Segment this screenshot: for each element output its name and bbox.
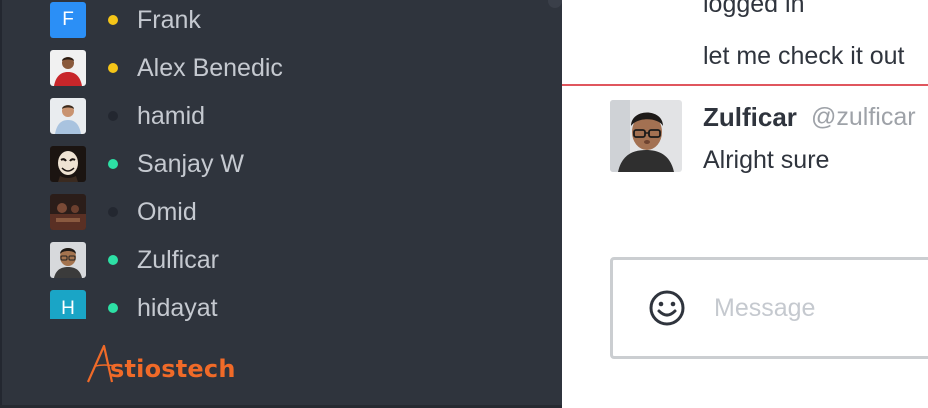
user-avatar-frank: F xyxy=(50,2,86,38)
message-line: logged in xyxy=(703,0,805,18)
status-online-icon xyxy=(108,159,118,169)
user-avatar-hamid xyxy=(50,98,86,134)
user-name: hamid xyxy=(137,102,206,130)
sidebar-user-hamid[interactable]: hamid xyxy=(0,92,562,140)
sidebar-user-alex-benedic[interactable]: Alex Benedic xyxy=(0,44,562,92)
user-avatar-hidayat: H xyxy=(50,290,86,319)
user-name: Sanjay W xyxy=(137,150,244,178)
brand-name: stiostech xyxy=(110,355,236,383)
user-avatar-omid xyxy=(50,194,86,230)
message-line: let me check it out xyxy=(703,42,905,70)
user-name: Zulficar xyxy=(137,246,219,274)
user-avatar-sanjay-w xyxy=(50,146,86,182)
user-avatar-alex-benedic xyxy=(50,50,86,86)
status-offline-icon xyxy=(108,111,118,121)
sidebar-user-frank[interactable]: F Frank xyxy=(0,0,562,44)
user-name: Frank xyxy=(137,6,201,34)
user-avatar-zulficar xyxy=(50,242,86,278)
message-author[interactable]: Zulficar xyxy=(703,102,797,133)
message-username[interactable]: @zulficar xyxy=(811,103,916,132)
smiley-face-icon[interactable] xyxy=(647,288,687,328)
message-input[interactable] xyxy=(714,290,928,326)
message-composer[interactable] xyxy=(610,257,928,359)
sidebar-user-zulficar[interactable]: Zulficar xyxy=(0,236,562,284)
chat-pane: logged in let me check it out Zulficar @… xyxy=(562,0,928,408)
sidebar: F Frank Alex Benedic hamid Sanjay W Omid… xyxy=(0,0,562,408)
status-online-icon xyxy=(108,255,118,265)
user-name: Alex Benedic xyxy=(137,54,283,82)
message-body: Alright sure xyxy=(703,146,830,174)
user-name: Omid xyxy=(137,198,197,226)
user-name: hidayat xyxy=(137,294,218,322)
sidebar-user-hidayat[interactable]: H hidayat xyxy=(0,284,562,332)
sidebar-user-omid[interactable]: Omid xyxy=(0,188,562,236)
status-away-icon xyxy=(108,63,118,73)
sidebar-user-sanjay-w[interactable]: Sanjay W xyxy=(0,140,562,188)
status-offline-icon xyxy=(108,207,118,217)
message-avatar-zulficar[interactable] xyxy=(610,100,682,172)
avatar-letter: H xyxy=(61,297,75,319)
status-online-icon xyxy=(108,303,118,313)
status-away-icon xyxy=(108,15,118,25)
unread-divider xyxy=(562,84,928,86)
avatar-letter: F xyxy=(62,9,74,30)
